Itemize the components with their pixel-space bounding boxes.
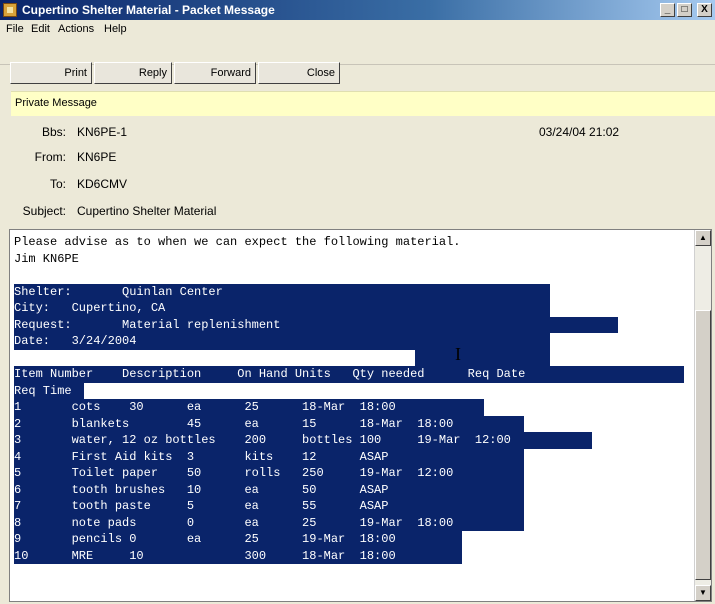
from-value: KN6PE [77, 150, 117, 164]
menu-edit[interactable]: Edit [31, 22, 50, 36]
selected-message-line: City: Cupertino, CA [14, 300, 694, 317]
menu-help[interactable]: Help [104, 22, 127, 36]
selected-text: 8 note pads 0 ea 25 19-Mar 18:00 [14, 514, 524, 531]
selected-text: 4 First Aid kits 3 kits 12 ASAP [14, 448, 524, 465]
message-body[interactable]: Please advise as to when we can expect t… [9, 229, 712, 602]
selected-text: 3 water, 12 oz bottles 200 bottles 100 1… [14, 432, 592, 449]
selected-text: 6 tooth brushes 10 ea 50 ASAP [14, 481, 524, 498]
selected-text: Shelter: Quinlan Center [14, 283, 550, 300]
message-line: Jim KN6PE [14, 251, 79, 266]
print-button[interactable]: Print [10, 62, 92, 84]
selected-text: Item Number Description On Hand Units Qt… [14, 366, 684, 383]
subject-label: Subject: [22, 204, 66, 218]
bbs-label: Bbs: [41, 125, 66, 139]
message-text[interactable]: Please advise as to when we can expect t… [14, 234, 694, 564]
selected-text: 9 pencils 0 ea 25 19-Mar 18:00 [14, 531, 462, 548]
selected-message-line: 10 MRE 10 300 18-Mar 18:00 [14, 547, 694, 564]
to-value: KD6CMV [77, 177, 128, 191]
scroll-down-arrow-icon[interactable]: ▼ [695, 585, 711, 601]
selected-message-line: 6 tooth brushes 10 ea 50 ASAP [14, 481, 694, 498]
menu-file[interactable]: File [6, 22, 24, 36]
window-title: Cupertino Shelter Material - Packet Mess… [22, 3, 275, 17]
message-date: 03/24/04 21:02 [539, 125, 620, 139]
selected-message-line: 7 tooth paste 5 ea 55 ASAP [14, 498, 694, 515]
menu-actions[interactable]: Actions [58, 22, 94, 36]
selected-message-line [14, 349, 694, 366]
selected-text: 10 MRE 10 300 18-Mar 18:00 [14, 547, 462, 564]
selected-message-line: 8 note pads 0 ea 25 19-Mar 18:00 [14, 514, 694, 531]
selected-message-line: Date: 3/24/2004 [14, 333, 694, 350]
selected-message-line: 1 cots 30 ea 25 18-Mar 18:00 [14, 399, 694, 416]
toolbar [0, 38, 715, 65]
reply-button[interactable]: Reply [94, 62, 172, 84]
selected-text [415, 349, 550, 366]
close-window-button[interactable]: X [697, 3, 712, 17]
selected-text: City: Cupertino, CA [14, 300, 550, 317]
selected-message-line: 3 water, 12 oz bottles 200 bottles 100 1… [14, 432, 694, 449]
minimize-button[interactable]: _ [660, 3, 675, 17]
title-bar[interactable]: Cupertino Shelter Material - Packet Mess… [0, 0, 715, 20]
subject-value: Cupertino Shelter Material [77, 204, 217, 218]
selected-message-line: Req Time [14, 382, 694, 399]
selected-message-line: Request: Material replenishment [14, 316, 694, 333]
forward-button[interactable]: Forward [174, 62, 256, 84]
from-label: From: [34, 150, 66, 164]
message-line [14, 267, 694, 284]
text-cursor-icon: I [455, 344, 461, 364]
selected-message-line: 5 Toilet paper 50 rolls 250 19-Mar 12:00 [14, 465, 694, 482]
close-button[interactable]: Close [258, 62, 340, 84]
selected-text: Date: 3/24/2004 [14, 333, 550, 350]
scroll-up-arrow-icon[interactable]: ▲ [695, 230, 711, 246]
private-message-bar: Private Message [11, 91, 715, 116]
selected-message-line: 9 pencils 0 ea 25 19-Mar 18:00 [14, 531, 694, 548]
message-line: Please advise as to when we can expect t… [14, 235, 461, 249]
selected-text: 1 cots 30 ea 25 18-Mar 18:00 [14, 399, 484, 416]
selected-message-line: 4 First Aid kits 3 kits 12 ASAP [14, 448, 694, 465]
selected-message-line: Shelter: Quinlan Center [14, 283, 694, 300]
bbs-value: KN6PE-1 [77, 125, 128, 139]
selected-message-line: 2 blankets 45 ea 15 18-Mar 18:00 [14, 415, 694, 432]
private-message-label: Private Message [15, 97, 97, 109]
selected-text: Req Time [14, 382, 84, 399]
vertical-scrollbar[interactable]: ▲ ▼ [694, 230, 711, 601]
selected-text: 2 blankets 45 ea 15 18-Mar 18:00 [14, 415, 524, 432]
selected-text: 5 Toilet paper 50 rolls 250 19-Mar 12:00 [14, 465, 524, 482]
maximize-button[interactable]: □ [677, 3, 692, 17]
selected-text: 7 tooth paste 5 ea 55 ASAP [14, 498, 524, 515]
scroll-thumb[interactable] [695, 310, 711, 580]
selected-message-line: Item Number Description On Hand Units Qt… [14, 366, 694, 383]
to-label: To: [49, 177, 66, 191]
selected-text: Request: Material replenishment [14, 316, 618, 333]
app-icon [3, 3, 17, 17]
menu-bar: File Edit Actions Help [0, 20, 715, 38]
